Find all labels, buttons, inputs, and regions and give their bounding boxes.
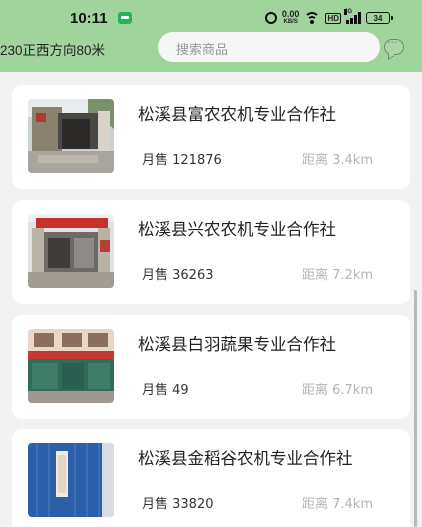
status-icons: 0.00 KB/S HD 4G 34 xyxy=(264,9,393,27)
cooperative-card[interactable]: 松溪县富农农机专业合作社 月售 121876 距离 3.4km xyxy=(12,85,410,189)
monthly-sales: 月售 49 xyxy=(142,383,189,398)
monthly-sales: 月售 121876 xyxy=(142,153,222,168)
scrollbar[interactable] xyxy=(414,290,417,527)
net-speed: 0.00 KB/S xyxy=(282,10,300,26)
battery-icon: 34 xyxy=(366,12,393,24)
wifi-icon xyxy=(304,12,321,24)
cooperative-name: 松溪县富农农机专业合作社 xyxy=(138,105,336,124)
distance: 距离 6.7km xyxy=(302,383,373,398)
signal-icon: 4G xyxy=(344,9,361,24)
distance: 距离 7.2km xyxy=(302,268,373,283)
alarm-icon xyxy=(264,12,277,24)
cooperative-photo xyxy=(28,99,114,173)
status-bar: 10:11 0.00 KB/S HD 4G 34 xyxy=(0,0,422,34)
message-icon[interactable] xyxy=(384,36,404,55)
app-header: 10:11 0.00 KB/S HD 4G 34 230正西方向80米 搜索商品 xyxy=(0,0,422,72)
cooperative-photo xyxy=(28,214,114,288)
message-notification-icon xyxy=(118,12,132,24)
net-speed-value: 0.00 xyxy=(281,9,300,19)
signal-label: 4G xyxy=(344,9,353,15)
location-label[interactable]: 230正西方向80米 xyxy=(0,39,140,59)
cooperative-name: 松溪县兴农农机专业合作社 xyxy=(138,220,336,239)
cooperative-list[interactable]: 松溪县富农农机专业合作社 月售 121876 距离 3.4km 松溪县兴农农机专… xyxy=(0,72,422,527)
search-input[interactable]: 搜索商品 xyxy=(158,32,380,62)
status-time: 10:11 xyxy=(70,10,108,27)
monthly-sales: 月售 36263 xyxy=(142,268,214,283)
battery-level: 34 xyxy=(373,13,383,23)
monthly-sales: 月售 33820 xyxy=(142,497,214,512)
cooperative-card[interactable]: 松溪县白羽蔬果专业合作社 月售 49 距离 6.7km xyxy=(12,315,410,419)
network-type-badge: HD xyxy=(325,12,341,24)
net-speed-unit: KB/S xyxy=(283,19,298,25)
cooperative-card[interactable]: 松溪县兴农农机专业合作社 月售 36263 距离 7.2km xyxy=(12,200,410,304)
cooperative-photo xyxy=(28,443,114,517)
distance: 距离 3.4km xyxy=(302,153,373,168)
cooperative-name: 松溪县白羽蔬果专业合作社 xyxy=(138,335,336,354)
search-placeholder: 搜索商品 xyxy=(176,43,229,58)
cooperative-name: 松溪县金稻谷农机专业合作社 xyxy=(138,449,353,468)
cooperative-photo xyxy=(28,329,114,403)
cooperative-card[interactable]: 松溪县金稻谷农机专业合作社 月售 33820 距离 7.4km xyxy=(12,429,410,527)
distance: 距离 7.4km xyxy=(302,497,373,512)
